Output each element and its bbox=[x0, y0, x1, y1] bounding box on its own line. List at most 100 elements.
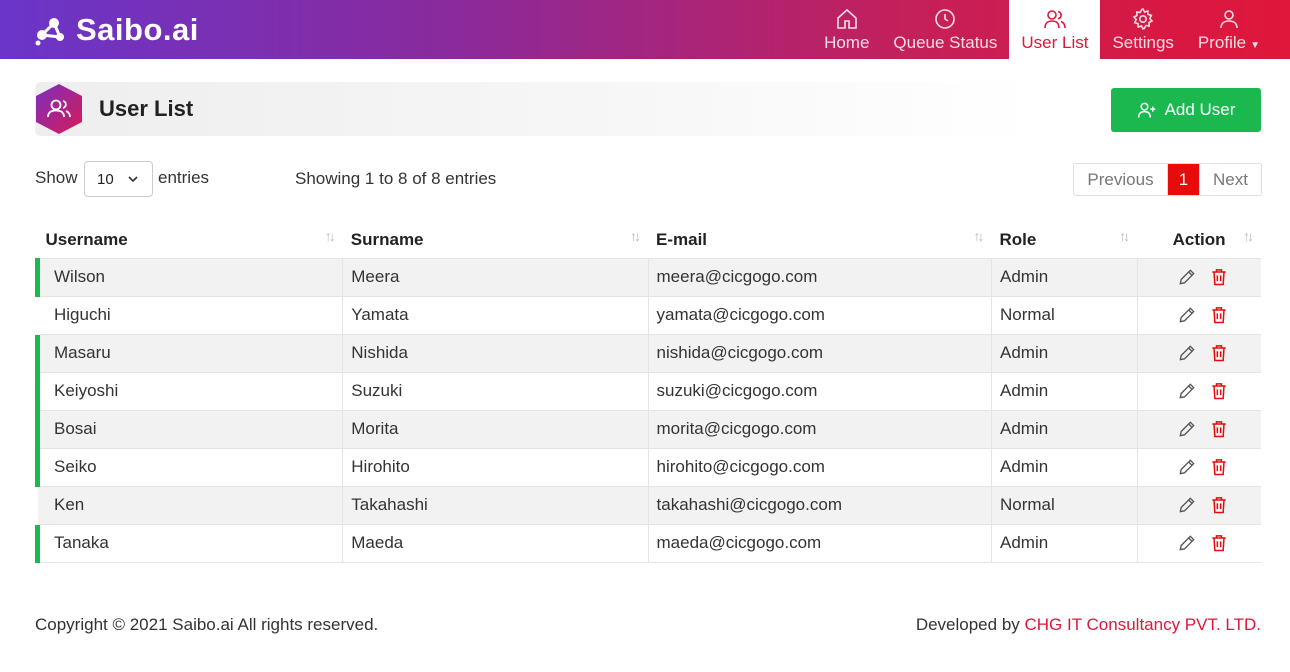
developed-by-label: Developed by bbox=[915, 615, 1025, 634]
table-row: Higuchi Yamata yamata@cicgogo.com Normal bbox=[37, 296, 1261, 335]
table-row: Masaru Nishida nishida@cicgogo.com Admin bbox=[34, 334, 1261, 373]
company-link[interactable]: CHG IT Consultancy PVT. LTD. bbox=[1025, 615, 1262, 634]
edit-pencil-icon[interactable] bbox=[1177, 419, 1197, 439]
nav-item-user-list[interactable]: User List bbox=[1009, 0, 1101, 59]
cell-surname: Yamata bbox=[342, 296, 649, 335]
edit-pencil-icon[interactable] bbox=[1177, 267, 1197, 287]
column-header-role[interactable]: Role ↑↓ bbox=[991, 222, 1138, 259]
nav-label-profile-wrap: Profile ▼ bbox=[1198, 33, 1260, 53]
cell-username: Higuchi bbox=[37, 296, 344, 335]
entries-value: 10 bbox=[97, 170, 114, 188]
cell-role: Admin bbox=[991, 524, 1138, 563]
caret-down-icon: ▼ bbox=[1250, 39, 1260, 51]
cell-actions bbox=[1137, 410, 1261, 449]
cell-actions bbox=[1137, 258, 1261, 297]
page-button-current[interactable]: 1 bbox=[1168, 164, 1199, 195]
brand-logo[interactable]: Saibo.ai bbox=[34, 12, 199, 48]
cell-actions bbox=[1137, 486, 1261, 525]
cell-email: morita@cicgogo.com bbox=[648, 410, 993, 449]
molecule-logo-icon bbox=[35, 18, 64, 46]
cell-username: Keiyoshi bbox=[34, 372, 344, 411]
pagination: Previous 1 Next bbox=[1073, 163, 1262, 196]
column-header-email[interactable]: E-mail ↑↓ bbox=[648, 222, 992, 259]
edit-pencil-icon[interactable] bbox=[1177, 305, 1197, 325]
cell-username: Tanaka bbox=[34, 524, 344, 563]
cell-surname: Takahashi bbox=[342, 486, 649, 525]
developed-by: Developed by CHG IT Consultancy PVT. LTD… bbox=[916, 615, 1261, 635]
delete-trash-icon[interactable] bbox=[1209, 343, 1229, 363]
cell-role: Admin bbox=[991, 334, 1138, 373]
delete-trash-icon[interactable] bbox=[1209, 495, 1229, 515]
cell-actions bbox=[1137, 448, 1261, 487]
cell-role: Normal bbox=[991, 486, 1138, 525]
edit-pencil-icon[interactable] bbox=[1177, 533, 1197, 553]
cell-username: Seiko bbox=[34, 448, 344, 487]
edit-pencil-icon[interactable] bbox=[1177, 343, 1197, 363]
cell-surname: Morita bbox=[342, 410, 649, 449]
nav-item-settings[interactable]: Settings bbox=[1100, 0, 1186, 59]
nav-label-home: Home bbox=[824, 32, 870, 52]
cell-username: Wilson bbox=[34, 258, 344, 297]
cell-role: Normal bbox=[991, 296, 1138, 335]
nav-item-queue-status[interactable]: Queue Status bbox=[881, 0, 1009, 59]
cell-surname: Suzuki bbox=[342, 372, 649, 411]
sort-icon: ↑↓ bbox=[324, 228, 336, 244]
table-row: Wilson Meera meera@cicgogo.com Admin bbox=[34, 258, 1261, 297]
nav-item-profile[interactable]: Profile ▼ bbox=[1186, 0, 1290, 59]
cell-email: nishida@cicgogo.com bbox=[648, 334, 993, 373]
column-header-label: Username bbox=[45, 229, 128, 249]
show-label: Show bbox=[35, 168, 78, 187]
nav-label-queue-status: Queue Status bbox=[893, 32, 998, 52]
cell-actions bbox=[1137, 334, 1261, 373]
add-user-button[interactable]: Add User bbox=[1111, 88, 1261, 132]
cell-actions bbox=[1137, 524, 1261, 563]
cell-surname: Meera bbox=[342, 258, 649, 297]
column-header-label: Action bbox=[1172, 229, 1226, 249]
delete-trash-icon[interactable] bbox=[1209, 381, 1229, 401]
column-header-username[interactable]: Username ↑↓ bbox=[37, 222, 343, 259]
entries-per-page-select[interactable]: 10 bbox=[84, 161, 153, 197]
brand-name: Saibo.ai bbox=[76, 12, 199, 47]
cell-surname: Nishida bbox=[342, 334, 649, 373]
column-header-label: Role bbox=[999, 229, 1037, 249]
sort-icon: ↑↓ bbox=[973, 228, 985, 244]
cell-email: maeda@cicgogo.com bbox=[648, 524, 993, 563]
cell-username: Ken bbox=[37, 486, 344, 525]
nav-label-user-list: User List bbox=[1021, 32, 1089, 52]
previous-page-button[interactable]: Previous bbox=[1074, 164, 1168, 195]
next-page-button[interactable]: Next bbox=[1199, 164, 1261, 195]
sort-icon: ↑↓ bbox=[1119, 228, 1130, 244]
gear-icon bbox=[1132, 7, 1154, 30]
cell-email: hirohito@cicgogo.com bbox=[648, 448, 993, 487]
delete-trash-icon[interactable] bbox=[1209, 267, 1229, 287]
cell-surname: Maeda bbox=[342, 524, 649, 563]
cell-email: takahashi@cicgogo.com bbox=[648, 486, 993, 525]
cell-username: Masaru bbox=[34, 334, 344, 373]
edit-pencil-icon[interactable] bbox=[1177, 457, 1197, 477]
add-user-label: Add User bbox=[1164, 100, 1236, 119]
nav-item-home[interactable]: Home bbox=[812, 0, 881, 59]
edit-pencil-icon[interactable] bbox=[1177, 381, 1197, 401]
table-header-row: Username ↑↓ Surname ↑↓ E-mail ↑↓ Role ↑↓ Act… bbox=[37, 222, 1261, 259]
delete-trash-icon[interactable] bbox=[1209, 305, 1229, 325]
users-icon bbox=[1044, 9, 1066, 28]
column-header-action[interactable]: Action ↑↓ bbox=[1137, 222, 1261, 259]
delete-trash-icon[interactable] bbox=[1209, 533, 1229, 553]
delete-trash-icon[interactable] bbox=[1209, 419, 1229, 439]
edit-pencil-icon[interactable] bbox=[1177, 495, 1197, 515]
cell-actions bbox=[1137, 296, 1261, 335]
nav-label-settings: Settings bbox=[1112, 32, 1174, 52]
cell-username: Bosai bbox=[34, 410, 344, 449]
column-header-surname[interactable]: Surname ↑↓ bbox=[342, 222, 649, 259]
clock-icon bbox=[935, 8, 956, 29]
table-row: Tanaka Maeda maeda@cicgogo.com Admin bbox=[34, 524, 1261, 563]
user-plus-icon bbox=[1137, 102, 1155, 118]
page-title: User List bbox=[99, 96, 194, 121]
chevron-down-icon bbox=[128, 176, 138, 183]
user-table: Username ↑↓ Surname ↑↓ E-mail ↑↓ Role ↑↓ Act… bbox=[34, 222, 1261, 563]
copyright-text: Copyright © 2021 Saibo.ai All rights res… bbox=[35, 615, 379, 634]
home-icon bbox=[836, 8, 857, 29]
delete-trash-icon[interactable] bbox=[1209, 457, 1229, 477]
sort-icon: ↑↓ bbox=[630, 228, 641, 244]
table-row: Ken Takahashi takahashi@cicgogo.com Normal bbox=[37, 486, 1261, 525]
